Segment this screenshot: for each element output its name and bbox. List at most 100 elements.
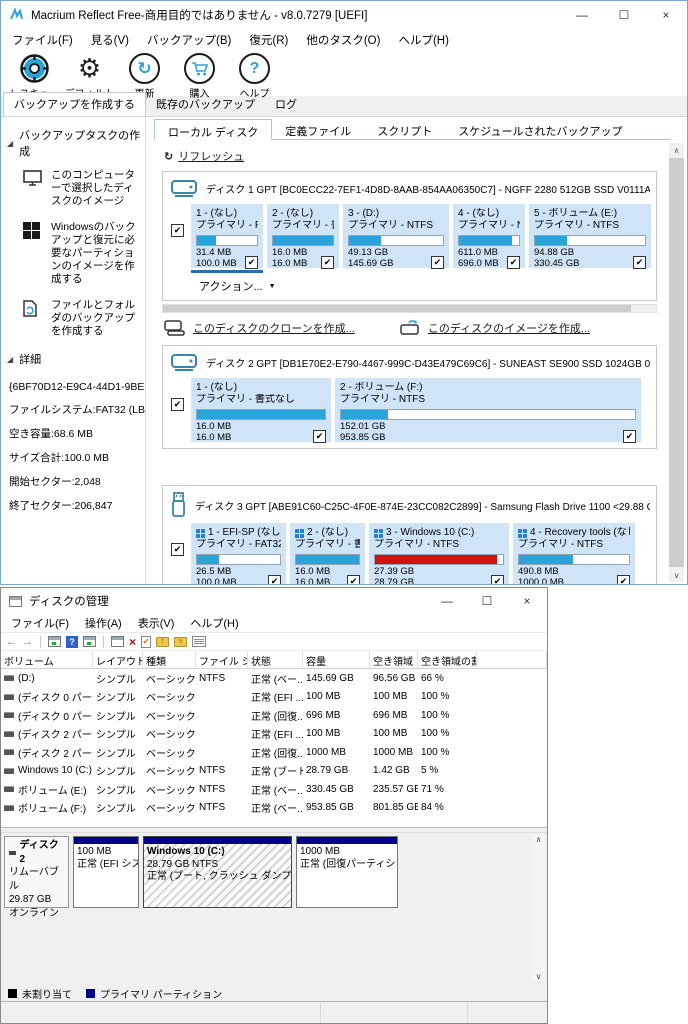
menu-item-view[interactable]: 見る(V): [82, 30, 138, 50]
partition-checkbox[interactable]: ✔: [623, 430, 636, 443]
table-row[interactable]: (D:) シンプル ベーシック NTFS 正常 (ベー... 145.69 GB…: [1, 669, 547, 688]
partition-card[interactable]: 2 - (なし) プライマリ - 書式なし 16.0 MB16.0 MB ✔: [290, 523, 365, 584]
close-button[interactable]: ×: [645, 1, 687, 29]
horizontal-scrollbar[interactable]: [162, 304, 657, 313]
partition-checkbox[interactable]: ✔: [245, 256, 258, 269]
table-row[interactable]: (ディスク 2 パーティシ... シンプル ベーシック 正常 (EFI ... …: [1, 725, 547, 744]
check-document-icon[interactable]: ✔: [141, 635, 152, 648]
ribbon-tab-existing-backups[interactable]: 既存のバックアップ: [146, 93, 265, 116]
context-menu-icon[interactable]: [111, 636, 124, 647]
scroll-down-icon[interactable]: ∨: [674, 568, 680, 582]
partition-checkbox[interactable]: ✔: [431, 256, 444, 269]
column-header[interactable]: 空き領域: [370, 651, 418, 668]
scrollbar-thumb[interactable]: [669, 158, 684, 567]
scroll-up-icon[interactable]: ∧: [536, 835, 542, 844]
menu-item-file[interactable]: ファイル(F): [3, 614, 77, 632]
disk-checkbox[interactable]: ✔: [171, 398, 184, 411]
help-icon[interactable]: ?: [66, 635, 78, 648]
table-row[interactable]: Windows 10 (C:) シンプル ベーシック NTFS 正常 (ブート.…: [1, 762, 547, 781]
hdd-icon: [171, 178, 197, 199]
maximize-button[interactable]: ☐: [603, 1, 645, 29]
partition-card[interactable]: 3 - Windows 10 (C:) プライマリ - NTFS 27.39 G…: [369, 523, 509, 584]
table-row[interactable]: (ディスク 0 パーティシ... シンプル ベーシック 正常 (回復... 69…: [1, 706, 547, 725]
minimize-button[interactable]: —: [427, 588, 467, 614]
partition-card[interactable]: 1 - (なし) プライマリ - 書式なし 16.0 MB 16.0 MB ✔: [191, 378, 331, 443]
partition-card[interactable]: 2 - ボリューム (F:) プライマリ - NTFS 152.01 GB 953…: [335, 378, 641, 443]
column-header[interactable]: ファイル システム: [196, 651, 248, 668]
forward-icon[interactable]: →: [22, 636, 33, 648]
scroll-down-icon[interactable]: ∨: [536, 972, 542, 981]
tab-local-disks[interactable]: ローカル ディスク: [154, 119, 273, 140]
close-button[interactable]: ×: [507, 588, 547, 614]
column-header[interactable]: 種類: [143, 651, 196, 668]
partition-checkbox[interactable]: ✔: [633, 256, 646, 269]
properties-icon[interactable]: [192, 636, 207, 647]
disk-title: ディスク 1 GPT [BC0ECC22-7EF1-4D8D-8AAB-854A…: [206, 185, 650, 196]
partition-checkbox[interactable]: ✔: [268, 575, 281, 584]
vertical-scrollbar[interactable]: ∧ ∨: [669, 143, 684, 582]
menu-item-action[interactable]: 操作(A): [77, 614, 130, 632]
back-icon[interactable]: ←: [6, 636, 17, 648]
partition-checkbox[interactable]: ✔: [491, 575, 504, 584]
partition-card[interactable]: 1 - EFI-SP (なし) プライマリ - FAT32 (LBA) 26.5…: [191, 523, 286, 584]
folder-search-icon[interactable]: ○: [174, 636, 188, 647]
partition-card[interactable]: 2 - (なし) プライマリ - 書式なし 16.0 MB16.0 MB ✔: [267, 204, 339, 269]
partition-box-windows[interactable]: Windows 10 (C:) 28.79 GB NTFS 正常 (ブート, ク…: [143, 836, 292, 908]
column-header[interactable]: レイアウト: [93, 651, 143, 668]
column-header[interactable]: 容量: [303, 651, 370, 668]
menu-item-help[interactable]: ヘルプ(H): [182, 614, 246, 632]
menu-item-file[interactable]: ファイル(F): [3, 30, 82, 50]
menu-item-restore[interactable]: 復元(R): [240, 30, 297, 50]
partition-card[interactable]: 3 - (D:) プライマリ - NTFS 49.13 GB 145.69 GB …: [343, 204, 449, 269]
actions-dropdown-button[interactable]: アクション... ▼: [199, 278, 650, 294]
disk-checkbox[interactable]: ✔: [171, 543, 184, 556]
computer-view-icon[interactable]: [48, 636, 61, 647]
menu-item-view[interactable]: 表示(V): [130, 614, 183, 632]
partition-checkbox[interactable]: ✔: [507, 256, 520, 269]
partition-box-efi[interactable]: 100 MB 正常 (EFI システム: [73, 836, 139, 908]
partition-card[interactable]: 4 - Recovery tools (なし) プライマリ - NTFS 490…: [513, 523, 635, 584]
partition-card[interactable]: 4 - (なし) プライマリ - NTFS 611.0 MB696.0 MB ✔: [453, 204, 525, 269]
folder-up-icon[interactable]: ↑: [156, 636, 170, 647]
delete-icon[interactable]: ×: [129, 635, 136, 649]
computer-view-icon[interactable]: [83, 636, 96, 647]
sidebar-item-file-folder-backup[interactable]: ファイルとフォルダのバックアップを作成する: [23, 299, 141, 338]
image-disk-action[interactable]: このディスクのイメージを作成...: [399, 319, 590, 336]
column-header[interactable]: ボリューム: [1, 651, 93, 668]
partition-checkbox[interactable]: ✔: [321, 256, 334, 269]
partition-card[interactable]: 5 - ボリューム (E:) プライマリ - NTFS 94.88 GB 330.…: [529, 204, 651, 269]
refresh-link[interactable]: リフレッシュ: [178, 148, 244, 164]
usb-icon: [171, 492, 186, 518]
sidebar-section-backup-tasks[interactable]: ◢ バックアップタスクの作成: [7, 127, 141, 159]
partition-card[interactable]: 1 - (なし) プライマリ - FAT32 (LE 31.4 MB100.0 …: [191, 204, 263, 269]
disk-label-box[interactable]: ディスク 2 リムーバブル 29.87 GB オンライン: [4, 836, 69, 919]
partition-checkbox[interactable]: ✔: [313, 430, 326, 443]
ribbon-tab-log[interactable]: ログ: [265, 93, 307, 116]
column-header[interactable]: 状態: [248, 651, 303, 668]
tab-scheduled-backups[interactable]: スケジュールされたバックアップ: [445, 119, 635, 139]
maximize-button[interactable]: ☐: [467, 588, 507, 614]
minimize-button[interactable]: —: [561, 1, 603, 29]
sidebar-section-details[interactable]: ◢ 詳細: [7, 351, 141, 367]
partition-checkbox[interactable]: ✔: [347, 575, 360, 584]
tab-definition-files[interactable]: 定義ファイル: [272, 119, 364, 139]
scrollbar-thumb[interactable]: [163, 305, 632, 312]
menu-item-help[interactable]: ヘルプ(H): [389, 30, 457, 50]
column-header[interactable]: 空き領域の割...: [418, 651, 477, 668]
partition-checkbox[interactable]: ✔: [617, 575, 630, 584]
table-row[interactable]: (ディスク 0 パーティシ... シンプル ベーシック 正常 (EFI ... …: [1, 688, 547, 707]
sidebar-item-image-selected-disks[interactable]: このコンピューターで選択したディスクのイメージ: [23, 169, 141, 208]
partition-box-recovery[interactable]: 1000 MB 正常 (回復パーティション): [296, 836, 398, 908]
menu-item-backup[interactable]: バックアップ(B): [138, 30, 240, 50]
vertical-scrollbar[interactable]: ∧ ∨: [532, 835, 545, 981]
table-row[interactable]: ボリューム (F:) シンプル ベーシック NTFS 正常 (ベー... 953…: [1, 799, 547, 818]
menu-item-other-tasks[interactable]: 他のタスク(O): [297, 30, 389, 50]
table-row[interactable]: ボリューム (E:) シンプル ベーシック NTFS 正常 (ベー... 330…: [1, 780, 547, 799]
ribbon-tab-create-backup[interactable]: バックアップを作成する: [3, 92, 146, 116]
scroll-up-icon[interactable]: ∧: [674, 143, 680, 157]
sidebar-item-image-windows-partitions[interactable]: Windowsのバックアップと復元に必要なパーティションのイメージを作成する: [23, 221, 141, 286]
clone-disk-action[interactable]: このディスクのクローンを作成...: [164, 319, 355, 336]
disk-checkbox[interactable]: ✔: [171, 224, 184, 237]
table-row[interactable]: (ディスク 2 パーティシ... シンプル ベーシック 正常 (回復... 10…: [1, 743, 547, 762]
tab-scripts[interactable]: スクリプト: [364, 119, 445, 139]
